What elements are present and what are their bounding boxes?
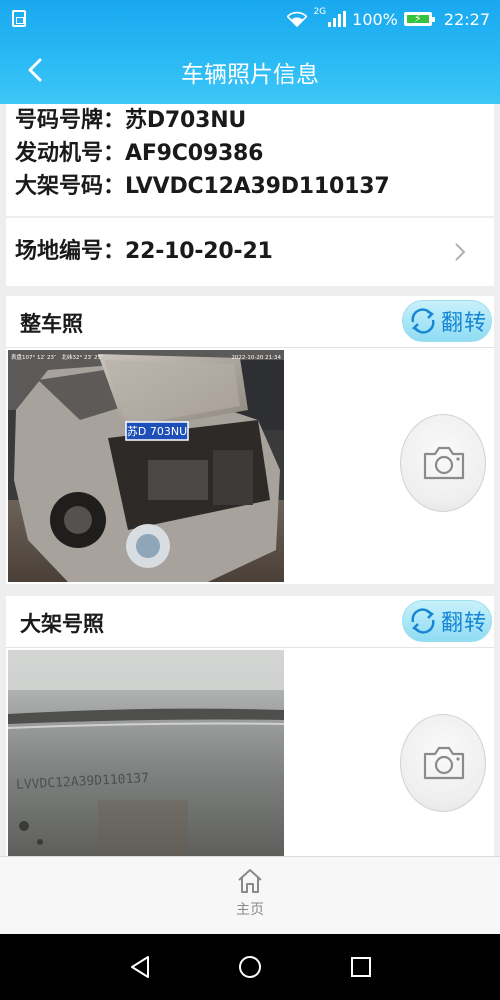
nav-home-icon[interactable] <box>235 952 265 982</box>
status-right: 2G 100% ⚡ 22:27 <box>287 7 490 30</box>
flip-label: 翻转 <box>441 311 488 336</box>
nav-back-icon[interactable] <box>126 952 156 982</box>
frame-number-photo[interactable]: LVVDC12A39D110137 <box>8 650 284 856</box>
battery-percent: 100% <box>352 9 398 29</box>
signal-icon <box>328 11 347 27</box>
site-number-row[interactable]: 场地编号：22-10-20-21 <box>6 218 494 286</box>
nav-recents-icon[interactable] <box>346 952 376 982</box>
tab-home-label: 主页 <box>236 902 264 918</box>
top-bar: 2G 100% ⚡ 22:27 车辆照片信息 <box>0 0 500 104</box>
battery-charging-icon: ⚡ <box>403 12 435 26</box>
camera-icon <box>423 446 465 480</box>
tab-home[interactable]: 主页 <box>225 867 275 927</box>
clock: 22:27 <box>443 9 490 29</box>
frame-value: LVVDC12A39D110137 <box>125 174 390 199</box>
engine-row: 发动机号：AF9C09386 <box>6 137 494 170</box>
damaged-car-image: 苏D 703NU 表盘107° 12′ 23″ 北纬32° 23′ 25″ 20… <box>8 350 284 582</box>
camera-icon <box>423 746 465 780</box>
site-label: 场地编号： <box>15 239 126 264</box>
rotate-icon <box>411 308 435 334</box>
system-nav-bar <box>0 934 500 1000</box>
photo-plate-text: 苏D 703NU <box>127 425 187 438</box>
rotate-icon <box>411 608 435 634</box>
flip-button[interactable]: 翻转 <box>402 300 492 342</box>
card-title: 大架号照 <box>20 612 104 636</box>
status-bar: 2G 100% ⚡ 22:27 <box>0 0 500 38</box>
vehicle-photo[interactable]: 苏D 703NU 表盘107° 12′ 23″ 北纬32° 23′ 25″ 20… <box>8 350 284 582</box>
page-title: 车辆照片信息 <box>181 62 319 88</box>
vehicle-photo-card: 整车照 翻转 苏D 703NU 表盘107° 12′ 23″ 北纬32° 23′… <box>6 296 494 584</box>
network-type: 2G <box>313 7 327 17</box>
bottom-tab-bar: 主页 <box>0 856 500 934</box>
frame-label: 大架号码： <box>15 174 126 199</box>
frame-row: 大架号码：LVVDC12A39D110137 <box>6 170 494 203</box>
camera-button[interactable] <box>400 714 486 812</box>
flip-button[interactable]: 翻转 <box>402 600 492 642</box>
wifi-icon <box>287 11 308 27</box>
sim-icon <box>12 10 26 27</box>
header: 车辆照片信息 <box>0 38 500 104</box>
flip-label: 翻转 <box>441 611 488 636</box>
engine-label: 发动机号： <box>15 141 126 166</box>
photo-watermark-left: 表盘107° 12′ 23″ 北纬32° 23′ 25″ <box>11 353 103 361</box>
plate-row: 号码号牌：苏D703NU <box>6 104 494 137</box>
home-icon <box>238 869 262 893</box>
frame-photo-card: 大架号照 翻转 LVVDC12A39D110137 <box>6 596 494 856</box>
frame-stamp-image: LVVDC12A39D110137 <box>8 650 284 856</box>
chevron-right-icon <box>455 243 466 261</box>
vehicle-info-card: 号码号牌：苏D703NU 发动机号：AF9C09386 大架号码：LVVDC12… <box>6 104 494 216</box>
card-header: 大架号照 翻转 <box>6 596 494 648</box>
card-header: 整车照 翻转 <box>6 296 494 348</box>
camera-button[interactable] <box>400 414 486 512</box>
card-title: 整车照 <box>20 312 83 336</box>
engine-value: AF9C09386 <box>125 141 264 166</box>
plate-value: 苏D703NU <box>125 108 247 133</box>
plate-label: 号码号牌： <box>15 108 126 133</box>
photo-watermark-right: 2022-10-20 21:34 <box>231 355 281 361</box>
site-value: 22-10-20-21 <box>125 239 273 264</box>
